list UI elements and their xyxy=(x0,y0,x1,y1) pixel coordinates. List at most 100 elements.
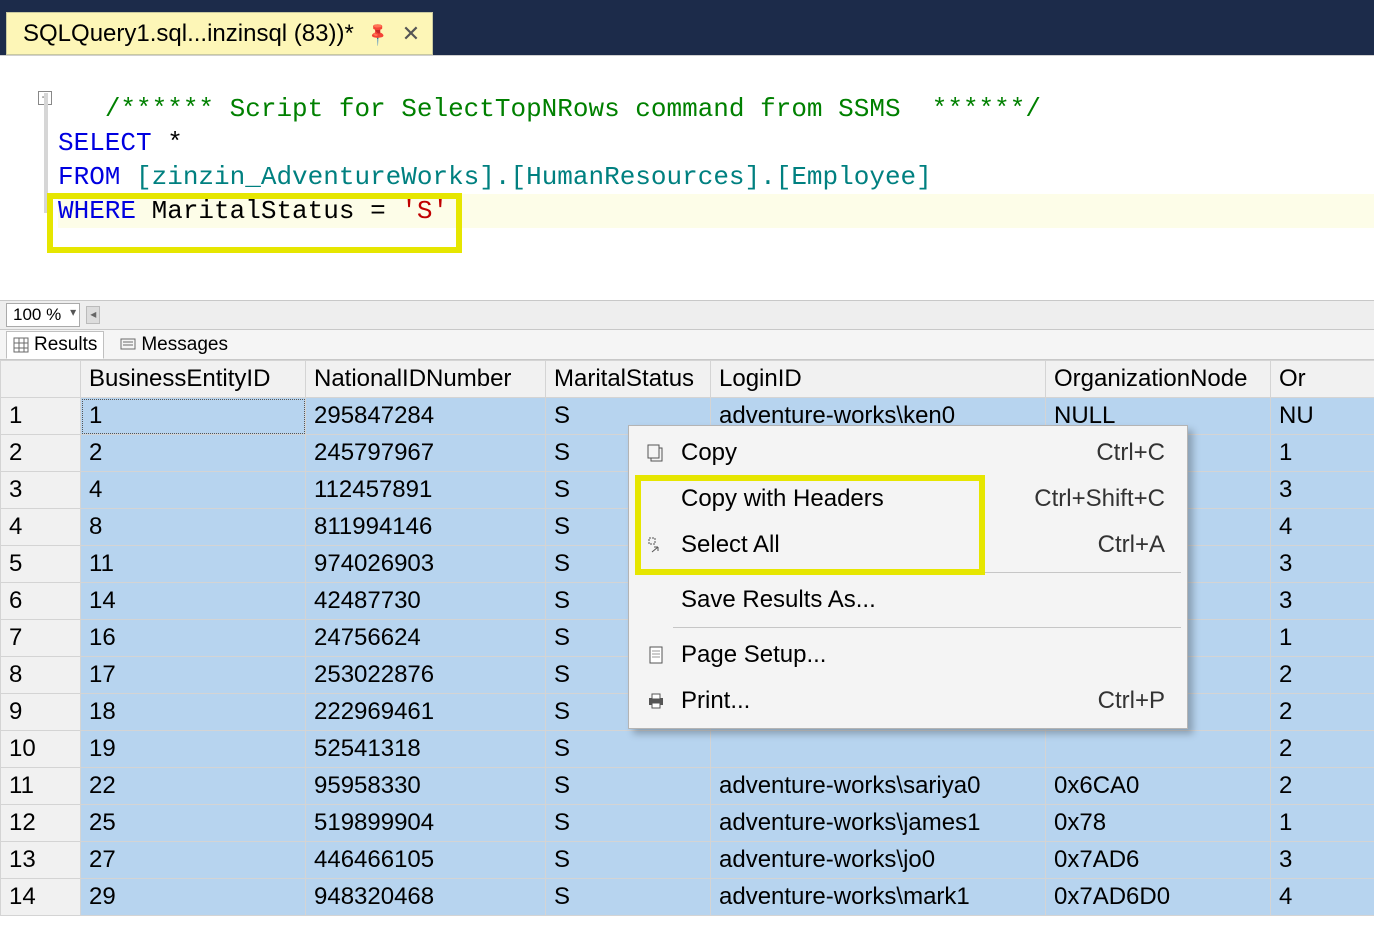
cell[interactable]: 52541318 xyxy=(306,731,546,768)
editor-tab[interactable]: SQLQuery1.sql...inzinsql (83))* 📌 ✕ xyxy=(6,12,433,55)
blank-icon xyxy=(641,486,671,512)
menu-select-all[interactable]: Select All Ctrl+A xyxy=(629,522,1187,568)
cell[interactable]: 948320468 xyxy=(306,879,546,916)
menu-save-results[interactable]: Save Results As... xyxy=(629,577,1187,623)
row-header[interactable]: 9 xyxy=(1,694,81,731)
col-header[interactable]: MaritalStatus xyxy=(546,361,711,398)
tab-results-label: Results xyxy=(34,334,97,356)
cell[interactable]: 3 xyxy=(1271,583,1374,620)
cell[interactable]: 0x78 xyxy=(1046,805,1271,842)
col-header[interactable]: OrganizationNode xyxy=(1046,361,1271,398)
col-header[interactable]: BusinessEntityID xyxy=(81,361,306,398)
menu-print[interactable]: Print... Ctrl+P xyxy=(629,678,1187,724)
cell[interactable]: 519899904 xyxy=(306,805,546,842)
cell[interactable]: 974026903 xyxy=(306,546,546,583)
cell[interactable]: 295847284 xyxy=(306,398,546,435)
cell[interactable]: 29 xyxy=(81,879,306,916)
cell[interactable]: 18 xyxy=(81,694,306,731)
row-header[interactable]: 7 xyxy=(1,620,81,657)
cell[interactable]: 811994146 xyxy=(306,509,546,546)
cell[interactable]: 3 xyxy=(1271,842,1374,879)
row-header[interactable]: 3 xyxy=(1,472,81,509)
table-row[interactable]: 101952541318S 2 xyxy=(1,731,1374,768)
row-header[interactable]: 13 xyxy=(1,842,81,879)
cell[interactable]: adventure-works\james1 xyxy=(711,805,1046,842)
menu-copy[interactable]: Copy Ctrl+C xyxy=(629,430,1187,476)
cell[interactable]: 2 xyxy=(1271,731,1374,768)
cell[interactable]: 1 xyxy=(81,398,306,435)
cell[interactable]: 222969461 xyxy=(306,694,546,731)
cell[interactable]: 14 xyxy=(81,583,306,620)
table-row[interactable]: 1225519899904Sadventure-works\james10x78… xyxy=(1,805,1374,842)
cell[interactable]: 0x6CA0 xyxy=(1046,768,1271,805)
row-header[interactable]: 14 xyxy=(1,879,81,916)
cell[interactable]: 8 xyxy=(81,509,306,546)
menu-copy-headers[interactable]: Copy with Headers Ctrl+Shift+C xyxy=(629,476,1187,522)
row-header[interactable]: 4 xyxy=(1,509,81,546)
cell[interactable]: 95958330 xyxy=(306,768,546,805)
cell[interactable]: 25 xyxy=(81,805,306,842)
cell[interactable]: S xyxy=(546,805,711,842)
row-header[interactable]: 11 xyxy=(1,768,81,805)
cell[interactable]: 3 xyxy=(1271,472,1374,509)
close-icon[interactable]: ✕ xyxy=(402,21,420,47)
cell[interactable]: 0x7AD6 xyxy=(1046,842,1271,879)
tab-messages[interactable]: Messages xyxy=(114,332,234,358)
cell[interactable]: 4 xyxy=(81,472,306,509)
cell[interactable]: 245797967 xyxy=(306,435,546,472)
cell[interactable]: 2 xyxy=(81,435,306,472)
menu-page-setup[interactable]: Page Setup... xyxy=(629,632,1187,678)
cell[interactable]: 42487730 xyxy=(306,583,546,620)
table-row[interactable]: 1429948320468Sadventure-works\mark10x7AD… xyxy=(1,879,1374,916)
cell[interactable]: S xyxy=(546,842,711,879)
row-header[interactable]: 12 xyxy=(1,805,81,842)
cell[interactable]: 11 xyxy=(81,546,306,583)
cell[interactable]: NU xyxy=(1271,398,1374,435)
cell[interactable]: 22 xyxy=(81,768,306,805)
col-header[interactable]: LoginID xyxy=(711,361,1046,398)
row-header[interactable]: 10 xyxy=(1,731,81,768)
sql-editor[interactable]: − /****** Script for SelectTopNRows comm… xyxy=(0,55,1374,300)
cell[interactable]: 27 xyxy=(81,842,306,879)
cell[interactable]: 1 xyxy=(1271,435,1374,472)
cell[interactable]: 2 xyxy=(1271,768,1374,805)
cell[interactable]: 16 xyxy=(81,620,306,657)
col-header[interactable]: Or xyxy=(1271,361,1374,398)
cell[interactable]: 253022876 xyxy=(306,657,546,694)
pin-icon[interactable]: 📌 xyxy=(364,19,392,47)
code-content: /****** Script for SelectTopNRows comman… xyxy=(58,58,1374,262)
cell[interactable]: 446466105 xyxy=(306,842,546,879)
corner-cell[interactable] xyxy=(1,361,81,398)
cell[interactable]: S xyxy=(546,731,711,768)
cell[interactable]: 19 xyxy=(81,731,306,768)
col-header[interactable]: NationalIDNumber xyxy=(306,361,546,398)
cell[interactable]: 17 xyxy=(81,657,306,694)
cell[interactable]: 4 xyxy=(1271,509,1374,546)
row-header[interactable]: 2 xyxy=(1,435,81,472)
cell[interactable]: 1 xyxy=(1271,805,1374,842)
cell[interactable]: adventure-works\sariya0 xyxy=(711,768,1046,805)
zoom-dropdown[interactable]: 100 % xyxy=(6,303,80,327)
cell[interactable]: 112457891 xyxy=(306,472,546,509)
row-header[interactable]: 8 xyxy=(1,657,81,694)
tab-results[interactable]: Results xyxy=(6,331,104,359)
cell[interactable]: 4 xyxy=(1271,879,1374,916)
cell[interactable]: adventure-works\mark1 xyxy=(711,879,1046,916)
cell[interactable]: adventure-works\jo0 xyxy=(711,842,1046,879)
row-header[interactable]: 5 xyxy=(1,546,81,583)
cell[interactable]: 2 xyxy=(1271,694,1374,731)
cell[interactable]: 0x7AD6D0 xyxy=(1046,879,1271,916)
scroll-left-icon[interactable]: ◂ xyxy=(86,306,100,324)
table-row[interactable]: 1327446466105Sadventure-works\jo00x7AD63 xyxy=(1,842,1374,879)
cell[interactable]: S xyxy=(546,879,711,916)
cell[interactable]: 24756624 xyxy=(306,620,546,657)
cell[interactable]: 2 xyxy=(1271,657,1374,694)
row-header[interactable]: 1 xyxy=(1,398,81,435)
cell[interactable]: 3 xyxy=(1271,546,1374,583)
cell[interactable] xyxy=(711,731,1046,768)
row-header[interactable]: 6 xyxy=(1,583,81,620)
cell[interactable] xyxy=(1046,731,1271,768)
cell[interactable]: 1 xyxy=(1271,620,1374,657)
table-row[interactable]: 112295958330Sadventure-works\sariya00x6C… xyxy=(1,768,1374,805)
cell[interactable]: S xyxy=(546,768,711,805)
